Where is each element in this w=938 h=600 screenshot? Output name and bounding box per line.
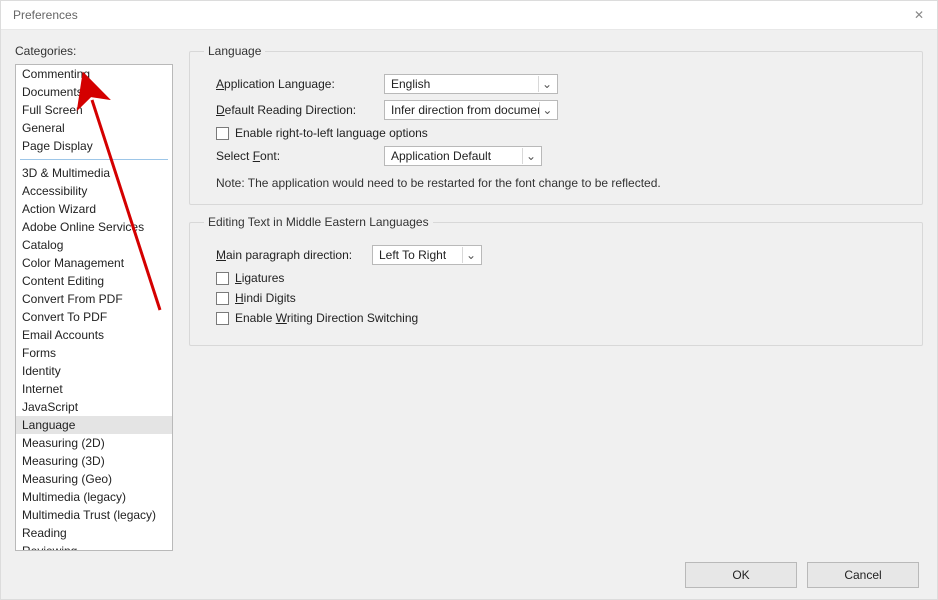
select-font-value: Application Default	[391, 149, 491, 163]
category-item[interactable]: JavaScript	[16, 398, 172, 416]
select-font-label: Select Font:	[216, 149, 376, 163]
enable-rtl-label: Enable right-to-left language options	[235, 126, 428, 140]
category-item[interactable]: Commenting	[16, 65, 172, 83]
application-language-combo[interactable]: English ⌄	[384, 74, 558, 94]
dialog-footer: OK Cancel	[1, 551, 937, 599]
category-item[interactable]: Email Accounts	[16, 326, 172, 344]
writing-switch-checkbox[interactable]	[216, 312, 229, 325]
category-item[interactable]: 3D & Multimedia	[16, 164, 172, 182]
category-item[interactable]: Measuring (3D)	[16, 452, 172, 470]
font-restart-note: Note: The application would need to be r…	[216, 176, 908, 190]
categories-listbox[interactable]: CommentingDocumentsFull ScreenGeneralPag…	[15, 64, 173, 551]
category-item[interactable]: Adobe Online Services	[16, 218, 172, 236]
reading-direction-label: Default Reading Direction:	[216, 103, 376, 117]
chevron-down-icon: ⌄	[538, 76, 555, 92]
category-item[interactable]: Full Screen	[16, 101, 172, 119]
chevron-down-icon: ⌄	[522, 148, 539, 164]
cancel-button-label: Cancel	[844, 568, 881, 582]
hindi-digits-label: Hindi Digits	[235, 291, 296, 305]
group-language: Language Application Language: English ⌄…	[189, 44, 923, 205]
category-item[interactable]: Multimedia (legacy)	[16, 488, 172, 506]
application-language-label: Application Language:	[216, 77, 376, 91]
writing-switch-label: Enable Writing Direction Switching	[235, 311, 418, 325]
categories-label: Categories:	[15, 44, 173, 58]
window-title: Preferences	[9, 8, 78, 22]
main-panel: Language Application Language: English ⌄…	[189, 44, 923, 551]
chevron-down-icon: ⌄	[539, 102, 555, 118]
row-writing-switch: Enable Writing Direction Switching	[216, 311, 908, 325]
categories-sidebar: Categories: CommentingDocumentsFull Scre…	[15, 44, 173, 551]
reading-direction-combo[interactable]: Infer direction from document ⌄	[384, 100, 558, 120]
close-icon: ✕	[914, 8, 924, 22]
chevron-down-icon: ⌄	[462, 247, 479, 263]
main-paragraph-direction-value: Left To Right	[379, 248, 446, 262]
enable-rtl-checkbox[interactable]	[216, 127, 229, 140]
main-paragraph-direction-combo[interactable]: Left To Right ⌄	[372, 245, 482, 265]
row-ligatures: Ligatures	[216, 271, 908, 285]
row-main-paragraph-direction: Main paragraph direction: Left To Right …	[216, 245, 908, 265]
group-language-legend: Language	[204, 44, 265, 58]
category-item[interactable]: Content Editing	[16, 272, 172, 290]
category-item[interactable]: Identity	[16, 362, 172, 380]
category-item[interactable]: Action Wizard	[16, 200, 172, 218]
close-button[interactable]: ✕	[909, 5, 929, 25]
dialog-body: Categories: CommentingDocumentsFull Scre…	[1, 30, 937, 551]
ligatures-checkbox[interactable]	[216, 272, 229, 285]
category-item[interactable]: Language	[16, 416, 172, 434]
category-separator	[20, 159, 168, 160]
ok-button-label: OK	[732, 568, 749, 582]
category-item[interactable]: Reviewing	[16, 542, 172, 551]
category-item[interactable]: Accessibility	[16, 182, 172, 200]
hindi-digits-checkbox[interactable]	[216, 292, 229, 305]
category-item[interactable]: Multimedia Trust (legacy)	[16, 506, 172, 524]
row-reading-direction: Default Reading Direction: Infer directi…	[216, 100, 908, 120]
reading-direction-value: Infer direction from document	[391, 103, 539, 117]
row-application-language: Application Language: English ⌄	[216, 74, 908, 94]
category-item[interactable]: Convert From PDF	[16, 290, 172, 308]
row-enable-rtl: Enable right-to-left language options	[216, 126, 908, 140]
application-language-value: English	[391, 77, 430, 91]
main-paragraph-direction-label: Main paragraph direction:	[216, 248, 364, 262]
row-hindi-digits: Hindi Digits	[216, 291, 908, 305]
category-item[interactable]: Internet	[16, 380, 172, 398]
category-item[interactable]: Reading	[16, 524, 172, 542]
category-item[interactable]: Catalog	[16, 236, 172, 254]
group-middle-eastern: Editing Text in Middle Eastern Languages…	[189, 215, 923, 346]
cancel-button[interactable]: Cancel	[807, 562, 919, 588]
category-item[interactable]: Forms	[16, 344, 172, 362]
category-item[interactable]: Measuring (Geo)	[16, 470, 172, 488]
category-item[interactable]: General	[16, 119, 172, 137]
titlebar: Preferences ✕	[1, 1, 937, 30]
row-select-font: Select Font: Application Default ⌄	[216, 146, 908, 166]
category-item[interactable]: Convert To PDF	[16, 308, 172, 326]
category-item[interactable]: Color Management	[16, 254, 172, 272]
preferences-window: Preferences ✕ Categories: CommentingDocu…	[0, 0, 938, 600]
group-middle-eastern-legend: Editing Text in Middle Eastern Languages	[204, 215, 433, 229]
ligatures-label: Ligatures	[235, 271, 284, 285]
select-font-combo[interactable]: Application Default ⌄	[384, 146, 542, 166]
category-item[interactable]: Measuring (2D)	[16, 434, 172, 452]
category-item[interactable]: Page Display	[16, 137, 172, 155]
category-item[interactable]: Documents	[16, 83, 172, 101]
ok-button[interactable]: OK	[685, 562, 797, 588]
